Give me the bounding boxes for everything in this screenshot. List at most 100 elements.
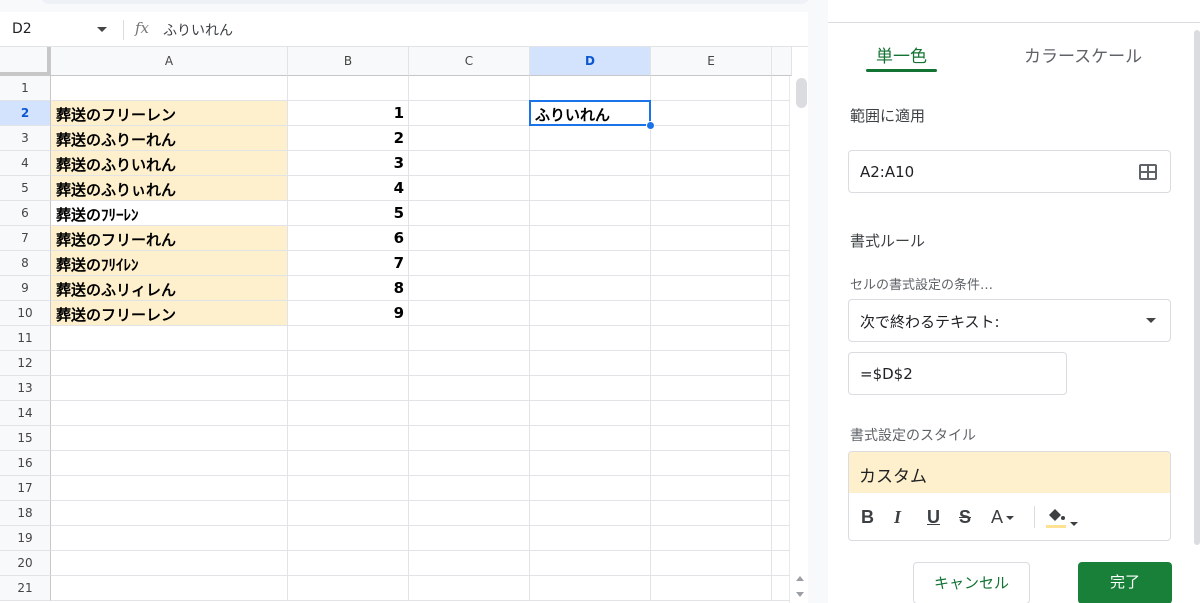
table-cell[interactable] (651, 501, 772, 526)
table-cell[interactable]: 葬送のフリーレン (51, 301, 288, 326)
table-cell[interactable] (530, 526, 651, 551)
table-cell[interactable] (409, 376, 530, 401)
row-header[interactable]: 13 (0, 376, 51, 401)
table-cell[interactable] (530, 326, 651, 351)
row-header[interactable]: 11 (0, 326, 51, 351)
table-cell[interactable] (51, 376, 288, 401)
range-field[interactable]: A2:A10 (848, 150, 1171, 193)
table-cell[interactable] (409, 151, 530, 176)
table-cell[interactable] (651, 476, 772, 501)
row-header[interactable]: 8 (0, 251, 51, 276)
table-cell[interactable] (409, 326, 530, 351)
table-cell[interactable] (530, 201, 651, 226)
row-header[interactable]: 2 (0, 101, 51, 126)
table-cell[interactable] (288, 526, 409, 551)
row-header[interactable]: 17 (0, 476, 51, 501)
table-cell[interactable] (651, 326, 772, 351)
row-header[interactable]: 4 (0, 151, 51, 176)
table-cell[interactable] (651, 201, 772, 226)
table-cell[interactable] (409, 226, 530, 251)
italic-icon[interactable]: I (894, 505, 901, 529)
table-cell[interactable] (651, 451, 772, 476)
table-cell[interactable] (651, 401, 772, 426)
name-box[interactable]: D2 (0, 12, 118, 47)
table-cell[interactable] (288, 401, 409, 426)
table-cell[interactable] (288, 501, 409, 526)
table-cell[interactable] (530, 276, 651, 301)
table-cell[interactable] (288, 551, 409, 576)
table-cell[interactable] (651, 301, 772, 326)
table-cell[interactable]: 9 (288, 301, 409, 326)
fill-handle[interactable] (646, 121, 655, 130)
grid-scrollbar[interactable] (789, 76, 808, 603)
select-all-corner[interactable] (0, 47, 51, 76)
chevron-down-icon[interactable] (1146, 318, 1156, 323)
table-cell[interactable]: 7 (288, 251, 409, 276)
done-button[interactable]: 完了 (1078, 562, 1172, 603)
fill-color-button[interactable] (1045, 505, 1078, 529)
table-cell[interactable] (409, 251, 530, 276)
table-cell[interactable] (409, 176, 530, 201)
row-header[interactable]: 15 (0, 426, 51, 451)
table-cell[interactable] (651, 551, 772, 576)
table-cell[interactable] (530, 351, 651, 376)
row-header[interactable]: 16 (0, 451, 51, 476)
column-header-a[interactable]: A (51, 47, 288, 76)
table-cell[interactable] (51, 551, 288, 576)
row-header[interactable]: 1 (0, 76, 51, 101)
table-cell[interactable] (51, 326, 288, 351)
tab-single-color[interactable]: 単一色 (876, 42, 927, 67)
table-cell[interactable] (651, 276, 772, 301)
table-cell[interactable]: 葬送のﾌﾘｰﾚﾝ (51, 201, 288, 226)
table-cell[interactable] (409, 126, 530, 151)
row-header[interactable]: 3 (0, 126, 51, 151)
table-cell[interactable] (409, 101, 530, 126)
column-header-extra[interactable] (772, 47, 792, 76)
table-cell[interactable]: 6 (288, 226, 409, 251)
row-header[interactable]: 19 (0, 526, 51, 551)
table-cell[interactable] (51, 426, 288, 451)
table-cell[interactable]: 葬送のふりぃれん (51, 176, 288, 201)
table-cell[interactable] (288, 351, 409, 376)
scroll-up-icon[interactable] (796, 576, 804, 581)
table-cell[interactable] (409, 276, 530, 301)
table-cell[interactable] (409, 426, 530, 451)
table-cell[interactable] (288, 326, 409, 351)
table-cell[interactable] (409, 476, 530, 501)
text-color-button[interactable]: A (991, 505, 1015, 529)
row-header[interactable]: 5 (0, 176, 51, 201)
table-cell[interactable] (530, 576, 651, 601)
table-cell[interactable]: 2 (288, 126, 409, 151)
scroll-down-icon[interactable] (796, 592, 804, 597)
table-cell[interactable]: 8 (288, 276, 409, 301)
select-range-icon[interactable] (1139, 164, 1157, 180)
table-cell[interactable] (651, 176, 772, 201)
strikethrough-icon[interactable]: S (959, 505, 971, 529)
tab-color-scale[interactable]: カラースケール (1024, 42, 1142, 67)
table-cell[interactable] (51, 351, 288, 376)
table-cell[interactable] (651, 426, 772, 451)
table-cell[interactable] (651, 576, 772, 601)
table-cell[interactable] (530, 451, 651, 476)
table-cell[interactable]: 葬送のふりーれん (51, 126, 288, 151)
table-cell[interactable] (288, 426, 409, 451)
spreadsheet-grid[interactable]: A B C D E 1 2 葬送のフリーレン 1 ふりいれん 3 葬送のふりーれん 2 4 葬送のふりいれん… (0, 47, 808, 603)
table-cell[interactable] (530, 551, 651, 576)
table-cell[interactable] (288, 376, 409, 401)
table-cell[interactable] (288, 76, 409, 101)
table-cell[interactable] (51, 401, 288, 426)
column-header-d[interactable]: D (530, 47, 651, 76)
cancel-button[interactable]: キャンセル (913, 562, 1030, 603)
row-header[interactable]: 21 (0, 576, 51, 601)
table-cell[interactable] (51, 526, 288, 551)
table-cell[interactable] (530, 301, 651, 326)
table-cell[interactable]: 3 (288, 151, 409, 176)
formula-input[interactable]: ふりいれん (163, 20, 233, 40)
table-cell[interactable] (409, 301, 530, 326)
table-cell[interactable] (651, 526, 772, 551)
table-cell[interactable] (51, 476, 288, 501)
table-cell[interactable] (651, 251, 772, 276)
table-cell[interactable] (51, 576, 288, 601)
row-header[interactable]: 10 (0, 301, 51, 326)
table-cell[interactable] (51, 76, 288, 101)
